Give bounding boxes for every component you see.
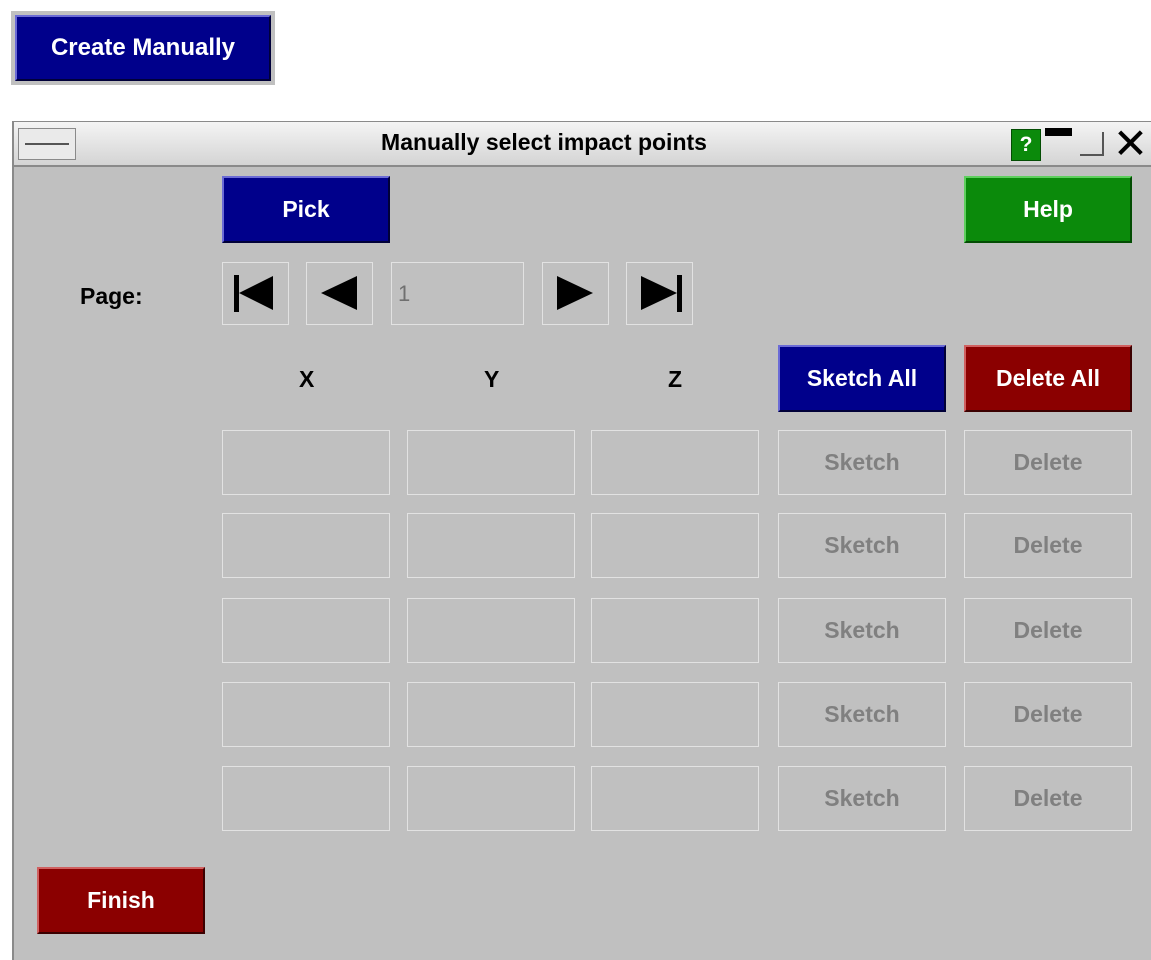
row-3-z-field[interactable] [591,598,759,663]
row-1-sketch-button[interactable]: Sketch [778,430,946,495]
finish-button[interactable]: Finish [37,867,205,934]
row-3-x-field[interactable] [222,598,390,663]
column-x-header: X [299,366,315,392]
maximize-icon[interactable] [1080,132,1104,156]
row-2-z-field[interactable] [591,513,759,578]
system-menu-icon[interactable] [18,128,76,160]
close-icon[interactable]: ✕ [1108,123,1151,165]
row-1-x-field[interactable] [222,430,390,495]
row-3-sketch-button[interactable]: Sketch [778,598,946,663]
row-4-delete-button[interactable]: Delete [964,682,1132,747]
row-2-sketch-button[interactable]: Sketch [778,513,946,578]
next-page-icon [557,276,593,310]
row-5-y-field[interactable] [407,766,575,831]
prev-page-icon [321,276,357,310]
row-2-x-field[interactable] [222,513,390,578]
page-number-input[interactable]: 1 [391,262,524,325]
column-y-header: Y [484,366,500,392]
row-4-x-field[interactable] [222,682,390,747]
row-4-z-field[interactable] [591,682,759,747]
row-1-delete-button[interactable]: Delete [964,430,1132,495]
row-2-delete-button[interactable]: Delete [964,513,1132,578]
row-5-x-field[interactable] [222,766,390,831]
delete-all-button[interactable]: Delete All [964,345,1132,412]
help-button[interactable]: Help [964,176,1132,243]
row-3-y-field[interactable] [407,598,575,663]
create-manually-button[interactable]: Create Manually [15,15,271,81]
minimize-icon[interactable] [1045,128,1072,136]
row-1-y-field[interactable] [407,430,575,495]
row-4-y-field[interactable] [407,682,575,747]
impact-points-dialog: Manually select impact points ? ✕ Pick H… [12,121,1151,960]
pick-button[interactable]: Pick [222,176,390,243]
row-4-sketch-button[interactable]: Sketch [778,682,946,747]
row-5-delete-button[interactable]: Delete [964,766,1132,831]
row-2-y-field[interactable] [407,513,575,578]
window-title: Manually select impact points [381,129,707,155]
page-label: Page: [80,283,143,309]
help-icon[interactable]: ? [1011,129,1041,161]
title-bar: Manually select impact points ? ✕ [14,121,1151,167]
last-page-icon [641,275,682,312]
first-page-button[interactable] [222,262,289,325]
sketch-all-button[interactable]: Sketch All [778,345,946,412]
create-manually-frame: Create Manually [11,11,275,85]
first-page-icon [234,275,273,312]
row-5-z-field[interactable] [591,766,759,831]
row-5-sketch-button[interactable]: Sketch [778,766,946,831]
row-1-z-field[interactable] [591,430,759,495]
prev-page-button[interactable] [306,262,373,325]
column-z-header: Z [668,366,683,392]
next-page-button[interactable] [542,262,609,325]
last-page-button[interactable] [626,262,693,325]
row-3-delete-button[interactable]: Delete [964,598,1132,663]
